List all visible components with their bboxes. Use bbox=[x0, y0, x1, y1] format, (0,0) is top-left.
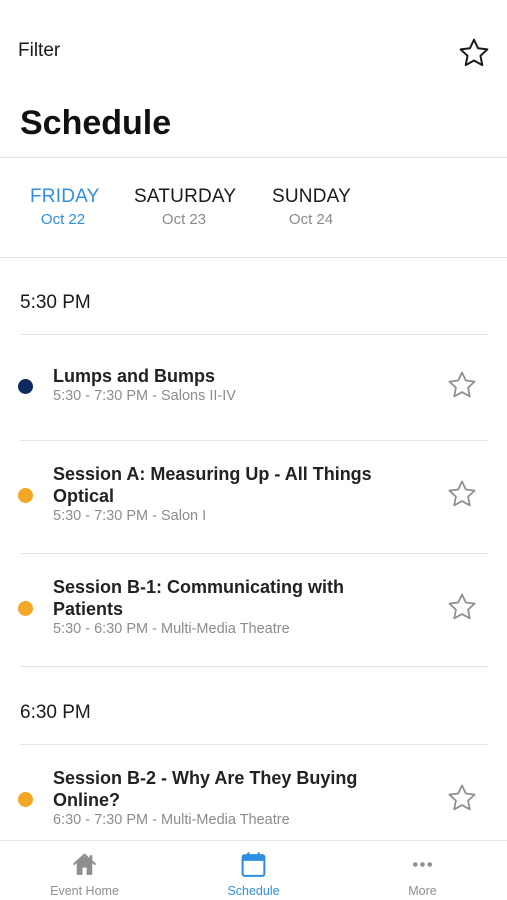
session-title: Lumps and Bumps bbox=[53, 366, 216, 386]
star-outline-icon[interactable] bbox=[446, 591, 478, 623]
track-color-dot bbox=[18, 601, 33, 616]
track-color-dot bbox=[18, 792, 33, 807]
day-name: SUNDAY bbox=[272, 186, 351, 207]
tab-label: Event Home bbox=[50, 884, 119, 898]
time-header: 5:30 PM bbox=[20, 292, 91, 313]
session-meta: 5:30 - 7:30 PM - Salons II-IV bbox=[53, 388, 236, 404]
tab-friday[interactable]: FRIDAY Oct 22 bbox=[30, 186, 100, 228]
bottom-tab-bar: Event Home Schedule More bbox=[0, 840, 507, 900]
track-color-dot bbox=[18, 379, 33, 394]
tab-label: More bbox=[408, 884, 437, 898]
top-bar: Filter bbox=[0, 0, 507, 100]
tab-saturday[interactable]: SATURDAY Oct 23 bbox=[134, 186, 237, 228]
day-date: Oct 23 bbox=[161, 211, 207, 228]
tab-event-home[interactable]: Event Home bbox=[0, 841, 169, 900]
day-tabs: FRIDAY Oct 22 SATURDAY Oct 23 SUNDAY Oct… bbox=[0, 158, 507, 258]
time-header: 6:30 PM bbox=[20, 702, 91, 723]
session-row[interactable]: Session A: Measuring Up - All Things Opt… bbox=[0, 441, 507, 553]
session-meta: 5:30 - 7:30 PM - Salon I bbox=[53, 508, 207, 524]
calendar-icon bbox=[241, 852, 266, 877]
session-title: Session B-1: Communicating with Patients bbox=[53, 577, 345, 619]
divider bbox=[20, 666, 488, 667]
star-outline-icon[interactable] bbox=[446, 782, 478, 814]
day-date: Oct 22 bbox=[40, 211, 86, 228]
star-outline-icon[interactable] bbox=[457, 36, 491, 70]
tab-sunday[interactable]: SUNDAY Oct 24 bbox=[272, 186, 351, 228]
session-row[interactable]: Lumps and Bumps 5:30 - 7:30 PM - Salons … bbox=[0, 335, 507, 440]
tab-schedule[interactable]: Schedule bbox=[169, 841, 338, 900]
session-row[interactable]: Session B-2 - Why Are They Buying Online… bbox=[0, 745, 507, 840]
track-color-dot bbox=[18, 488, 33, 503]
day-date: Oct 24 bbox=[288, 211, 334, 228]
page-title: Schedule bbox=[20, 104, 172, 142]
session-meta: 6:30 - 7:30 PM - Multi-Media Theatre bbox=[53, 812, 290, 828]
day-name: FRIDAY bbox=[30, 186, 100, 207]
session-title: Session A: Measuring Up - All Things Opt… bbox=[53, 464, 372, 506]
session-title: Session B-2 - Why Are They Buying Online… bbox=[53, 768, 358, 810]
star-outline-icon[interactable] bbox=[446, 478, 478, 510]
filter-button[interactable]: Filter bbox=[18, 40, 60, 62]
home-icon bbox=[73, 853, 96, 875]
tab-more[interactable]: More bbox=[338, 841, 507, 900]
more-dots-icon bbox=[412, 862, 433, 867]
day-name: SATURDAY bbox=[134, 186, 237, 207]
session-row[interactable]: Session B-1: Communicating with Patients… bbox=[0, 554, 507, 666]
tab-label: Schedule bbox=[227, 884, 280, 898]
divider bbox=[0, 257, 507, 258]
star-outline-icon[interactable] bbox=[446, 369, 478, 401]
session-meta: 5:30 - 6:30 PM - Multi-Media Theatre bbox=[53, 621, 290, 637]
